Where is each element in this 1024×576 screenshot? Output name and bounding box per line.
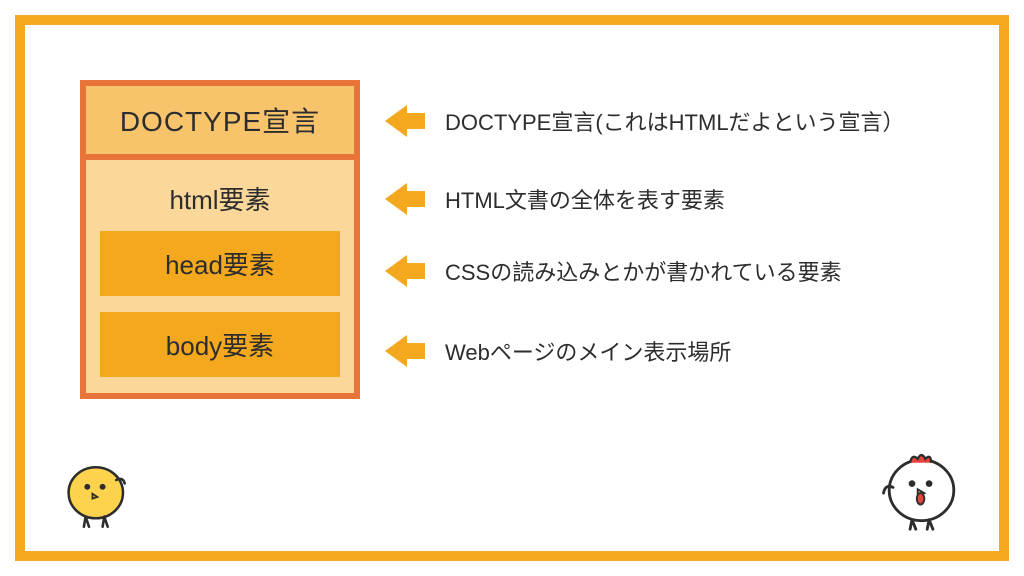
annotation-text: DOCTYPE宣言(これはHTMLだよという宣言） <box>445 105 905 137</box>
annotation-doctype: DOCTYPE宣言(これはHTMLだよという宣言） <box>385 105 905 137</box>
annotation-text: HTML文書の全体を表す要素 <box>445 183 725 215</box>
page-frame: DOCTYPE宣言 html要素 head要素 body要素 DOCTYPE宣言… <box>15 15 1009 561</box>
structure-diagram: DOCTYPE宣言 html要素 head要素 body要素 <box>80 80 360 399</box>
html-container-box: html要素 head要素 body要素 <box>86 160 354 393</box>
chick-character-icon <box>55 446 140 531</box>
annotation-head: CSSの読み込みとかが書かれている要素 <box>385 255 842 287</box>
annotation-body: Webページのメイン表示場所 <box>385 335 731 367</box>
doctype-label: DOCTYPE宣言 <box>120 106 320 137</box>
head-element-box: head要素 <box>100 231 340 296</box>
annotation-text: CSSの読み込みとかが書かれている要素 <box>445 255 842 287</box>
doctype-box: DOCTYPE宣言 <box>86 86 354 160</box>
chicken-character-icon <box>874 438 969 533</box>
body-element-label: body要素 <box>166 331 274 361</box>
annotation-html: HTML文書の全体を表す要素 <box>385 183 725 215</box>
annotation-text: Webページのメイン表示場所 <box>445 335 731 367</box>
body-element-box: body要素 <box>100 312 340 377</box>
head-element-label: head要素 <box>165 250 275 280</box>
html-element-label: html要素 <box>100 170 340 231</box>
